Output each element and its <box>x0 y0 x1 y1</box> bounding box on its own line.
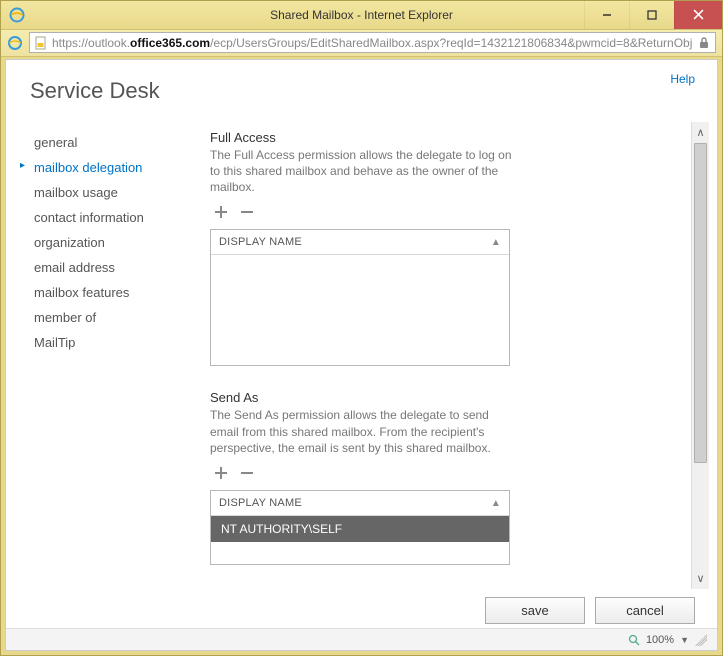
zoom-dropdown-icon[interactable]: ▼ <box>680 635 689 645</box>
full-access-column-header[interactable]: DISPLAY NAME ▲ <box>211 230 509 255</box>
page-content: Help Service Desk generalmailbox delegat… <box>5 59 718 651</box>
nav-item-contact-information[interactable]: contact information <box>26 205 206 230</box>
remove-icon[interactable] <box>236 201 258 223</box>
sort-caret-icon: ▲ <box>491 498 501 509</box>
add-icon[interactable] <box>210 201 232 223</box>
nav-item-member-of[interactable]: member of <box>26 305 206 330</box>
add-icon[interactable] <box>210 462 232 484</box>
sort-caret-icon: ▲ <box>491 237 501 248</box>
save-button[interactable]: save <box>485 597 585 624</box>
ie-app-icon <box>9 7 25 23</box>
full-access-toolbar <box>210 201 679 223</box>
full-access-listbox[interactable]: DISPLAY NAME ▲ <box>210 229 510 366</box>
vertical-scrollbar[interactable]: ∧ ∨ <box>691 122 709 589</box>
send-as-section: Send As The Send As permission allows th… <box>210 390 679 565</box>
zoom-level: 100% <box>646 634 674 646</box>
column-label: DISPLAY NAME <box>219 236 302 248</box>
address-bar: https://outlook.office365.com/ecp/UsersG… <box>1 30 722 57</box>
full-access-desc: The Full Access permission allows the de… <box>210 147 520 196</box>
nav-item-MailTip[interactable]: MailTip <box>26 330 206 355</box>
ie-logo-icon <box>7 35 23 51</box>
nav-item-general[interactable]: general <box>26 130 206 155</box>
window-frame: Shared Mailbox - Internet Explorer htt <box>0 0 723 656</box>
send-as-title: Send As <box>210 390 679 405</box>
scroll-track[interactable] <box>692 143 709 568</box>
side-nav: generalmailbox delegationmailbox usageco… <box>26 122 206 589</box>
nav-item-mailbox-usage[interactable]: mailbox usage <box>26 180 206 205</box>
titlebar: Shared Mailbox - Internet Explorer <box>1 1 722 30</box>
send-as-toolbar <box>210 462 679 484</box>
maximize-button[interactable] <box>629 1 674 29</box>
remove-icon[interactable] <box>236 462 258 484</box>
nav-item-mailbox-delegation[interactable]: mailbox delegation <box>26 155 206 180</box>
dialog-buttons: save cancel <box>6 589 717 628</box>
nav-item-email-address[interactable]: email address <box>26 255 206 280</box>
list-row[interactable]: NT AUTHORITY\SELF <box>211 516 509 542</box>
full-access-title: Full Access <box>210 130 679 145</box>
full-access-rows <box>211 255 509 365</box>
url-input[interactable]: https://outlook.office365.com/ecp/UsersG… <box>29 32 716 53</box>
close-button[interactable] <box>674 1 722 29</box>
page-favicon-icon <box>34 36 48 50</box>
send-as-listbox[interactable]: DISPLAY NAME ▲ NT AUTHORITY\SELF <box>210 490 510 565</box>
send-as-rows: NT AUTHORITY\SELF <box>211 516 509 564</box>
help-link[interactable]: Help <box>670 72 695 86</box>
send-as-column-header[interactable]: DISPLAY NAME ▲ <box>211 491 509 516</box>
resize-grip[interactable] <box>695 634 707 646</box>
main-panel: Full Access The Full Access permission a… <box>206 122 709 589</box>
body: generalmailbox delegationmailbox usageco… <box>6 122 717 589</box>
nav-item-mailbox-features[interactable]: mailbox features <box>26 280 206 305</box>
scroll-down-icon[interactable]: ∨ <box>696 568 704 589</box>
minimize-button[interactable] <box>584 1 629 29</box>
zoom-icon[interactable] <box>628 634 640 646</box>
url-text: https://outlook.office365.com/ecp/UsersG… <box>52 36 693 50</box>
column-label: DISPLAY NAME <box>219 497 302 509</box>
lock-icon <box>697 36 711 50</box>
page-title: Service Desk <box>30 78 717 104</box>
window-controls <box>584 1 722 29</box>
full-access-section: Full Access The Full Access permission a… <box>210 130 679 367</box>
scroll-up-icon[interactable]: ∧ <box>696 122 704 143</box>
scroll-thumb[interactable] <box>694 143 707 463</box>
cancel-button[interactable]: cancel <box>595 597 695 624</box>
status-bar: 100% ▼ <box>6 628 717 650</box>
send-as-desc: The Send As permission allows the delega… <box>210 407 520 456</box>
nav-item-organization[interactable]: organization <box>26 230 206 255</box>
main-inner: Full Access The Full Access permission a… <box>206 122 691 589</box>
